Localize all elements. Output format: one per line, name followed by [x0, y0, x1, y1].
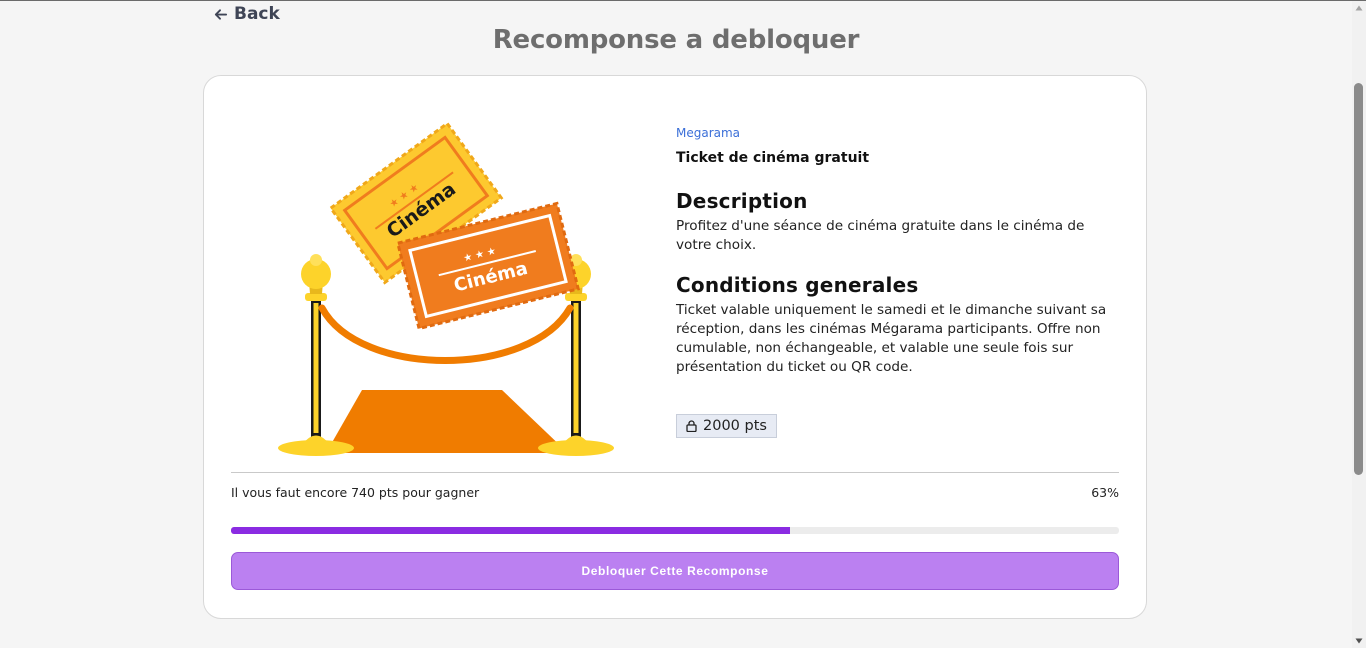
left-stanchion [300, 254, 332, 448]
points-badge: 2000 pts [676, 414, 777, 438]
scroll-up-arrow-icon[interactable] [1355, 4, 1363, 12]
unlock-reward-button[interactable]: Debloquer Cette Recomponse [231, 552, 1119, 590]
scroll-down-arrow-icon[interactable] [1355, 637, 1363, 645]
scrollbar-thumb[interactable] [1354, 83, 1363, 475]
cinema-illustration: ★ ★ ★ Cinéma ★ ★ ★ Cinéma [278, 121, 614, 456]
conditions-text: Ticket valable uniquement le samedi et l… [676, 302, 1107, 375]
back-label: Back [234, 4, 280, 24]
reward-name: Ticket de cinéma gratuit [676, 150, 870, 166]
progress-fill [231, 527, 791, 534]
progress-bar [231, 527, 1119, 534]
points-label: 2000 pts [703, 418, 767, 434]
description-heading: Description [676, 189, 808, 213]
back-button[interactable]: Back [213, 4, 280, 24]
divider [231, 472, 1119, 473]
conditions-heading: Conditions generales [676, 273, 919, 297]
page-title: Recomponse a debloquer [492, 25, 860, 55]
red-carpet [326, 390, 568, 453]
progress-percent: 63% [1091, 485, 1119, 500]
lock-icon [686, 420, 697, 432]
reward-info: Megarama Ticket de cinéma gratuit Descri… [676, 126, 1116, 377]
reward-card: ★ ★ ★ Cinéma ★ ★ ★ Cinéma Megarama Ticke… [203, 75, 1147, 619]
brand-name: Megarama [676, 126, 741, 140]
description-text: Profitez d'une séance de cinéma gratuite… [676, 218, 1085, 253]
points-needed-text: Il vous faut encore 740 pts pour gagner [231, 485, 480, 500]
scrollbar[interactable] [1352, 1, 1366, 648]
arrow-left-icon [214, 8, 228, 20]
